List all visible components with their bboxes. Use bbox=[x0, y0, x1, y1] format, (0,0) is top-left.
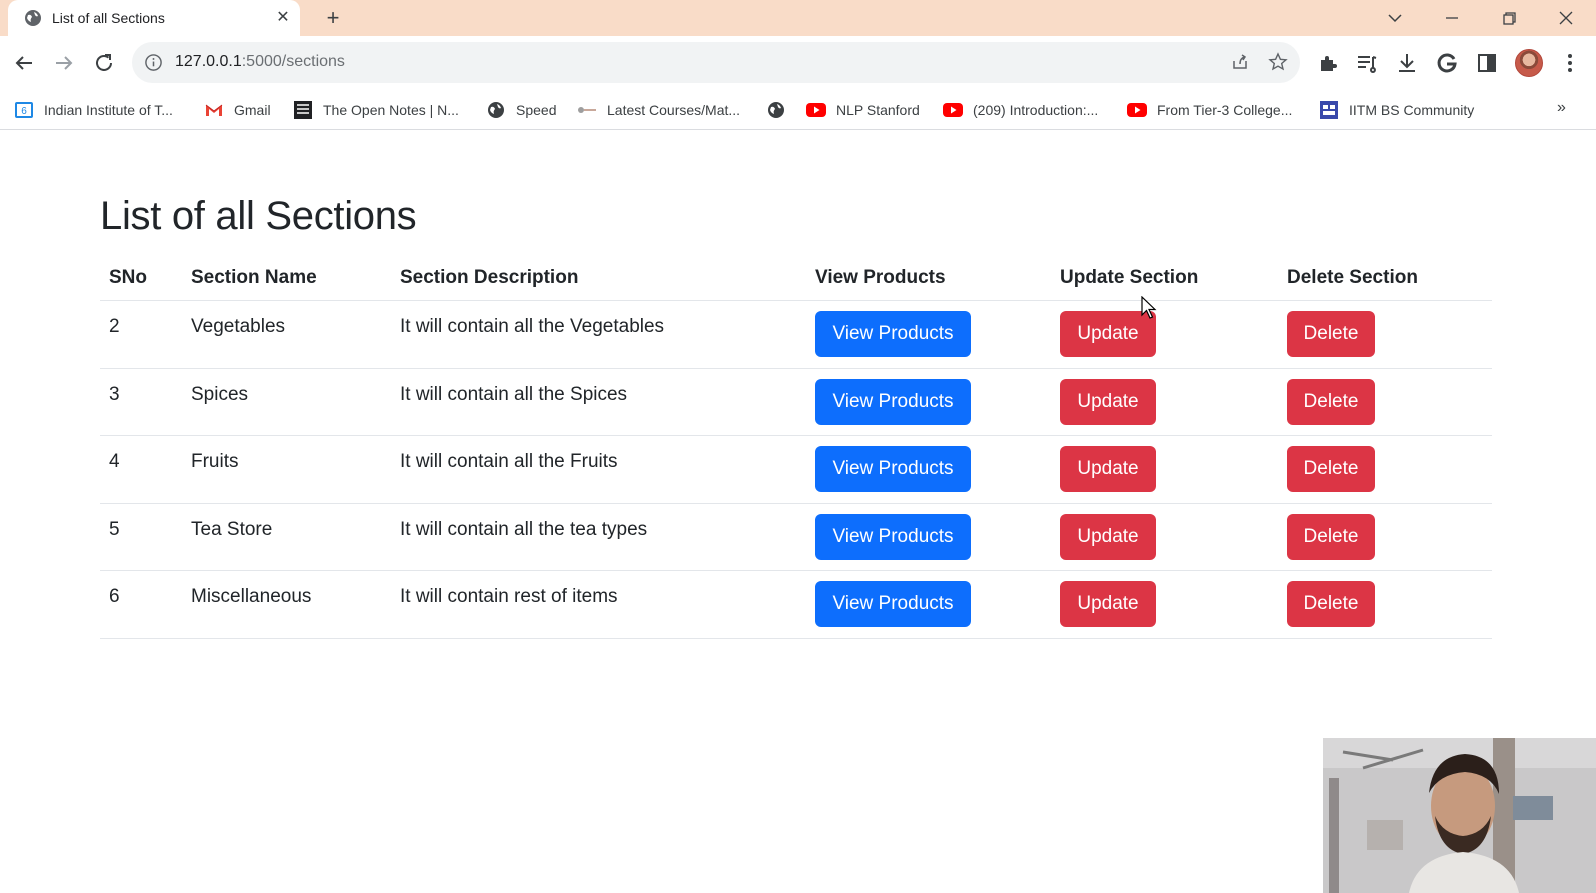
cell-section-description: It will contain all the Spices bbox=[400, 384, 628, 405]
new-tab-icon[interactable]: + bbox=[322, 7, 344, 29]
tab-title: List of all Sections bbox=[52, 10, 165, 26]
bookmark-item[interactable] bbox=[766, 99, 786, 121]
extensions-puzzle-icon[interactable] bbox=[1316, 51, 1340, 75]
cell-section-description: It will contain rest of items bbox=[400, 586, 618, 607]
table-row: 3 Spices It will contain all the Spices … bbox=[100, 369, 1492, 436]
update-button[interactable]: Update bbox=[1060, 379, 1156, 425]
header-section-description: Section Description bbox=[400, 267, 579, 288]
view-products-button[interactable]: View Products bbox=[815, 446, 971, 492]
delete-button[interactable]: Delete bbox=[1287, 379, 1375, 425]
header-section-name: Section Name bbox=[191, 267, 317, 288]
bookmark-item[interactable]: (209) Introduction:... bbox=[943, 99, 1098, 121]
header-sno: SNo bbox=[109, 267, 147, 288]
profile-avatar[interactable] bbox=[1515, 49, 1543, 77]
download-icon[interactable] bbox=[1395, 51, 1419, 75]
restore-icon[interactable] bbox=[1497, 6, 1521, 30]
bookmark-item[interactable]: Gmail bbox=[204, 99, 271, 121]
gmail-icon bbox=[205, 104, 223, 116]
bookmark-item[interactable]: The Open Notes | N... bbox=[293, 99, 459, 121]
globe-icon bbox=[25, 10, 41, 26]
table-row: 6 Miscellaneous It will contain rest of … bbox=[100, 571, 1492, 638]
cell-section-description: It will contain all the tea types bbox=[400, 519, 648, 540]
cell-sno: 6 bbox=[109, 586, 120, 607]
header-view-products: View Products bbox=[815, 267, 946, 288]
bookmark-item[interactable]: 6 Indian Institute of T... bbox=[14, 99, 173, 121]
update-button[interactable]: Update bbox=[1060, 514, 1156, 560]
bookmarks-bar: 6 Indian Institute of T... Gmail The Ope… bbox=[0, 90, 1596, 130]
header-update-section: Update Section bbox=[1060, 267, 1199, 288]
cell-section-name: Tea Store bbox=[191, 519, 273, 540]
bookmark-item[interactable]: From Tier-3 College... bbox=[1127, 99, 1292, 121]
view-products-button[interactable]: View Products bbox=[815, 514, 971, 560]
grammarly-g-icon[interactable] bbox=[1435, 51, 1459, 75]
webcam-person-image bbox=[1323, 738, 1596, 893]
cell-sno: 5 bbox=[109, 519, 120, 540]
minimize-icon[interactable] bbox=[1440, 6, 1464, 30]
update-button[interactable]: Update bbox=[1060, 581, 1156, 627]
delete-button[interactable]: Delete bbox=[1287, 311, 1375, 357]
svg-text:6: 6 bbox=[21, 106, 27, 117]
cell-section-name: Miscellaneous bbox=[191, 586, 312, 607]
bookmark-item[interactable]: IITM BS Community bbox=[1319, 99, 1474, 121]
globe-icon bbox=[488, 102, 504, 118]
reload-icon[interactable] bbox=[92, 51, 116, 75]
url-text[interactable]: 127.0.0.1:5000/sections bbox=[175, 53, 345, 71]
reading-list-icon[interactable] bbox=[1355, 51, 1379, 75]
youtube-icon bbox=[1127, 103, 1147, 117]
row-divider bbox=[100, 638, 1492, 639]
back-icon[interactable] bbox=[12, 51, 36, 75]
cell-sno: 3 bbox=[109, 384, 120, 405]
delete-button[interactable]: Delete bbox=[1287, 446, 1375, 492]
cell-section-name: Spices bbox=[191, 384, 249, 405]
more-bookmarks-icon[interactable]: » bbox=[1557, 99, 1566, 117]
page-title: List of all Sections bbox=[100, 194, 417, 238]
community-icon bbox=[1320, 101, 1338, 119]
browser-toolbar: 127.0.0.1:5000/sections bbox=[0, 36, 1596, 90]
webcam-overlay bbox=[1323, 738, 1596, 893]
view-products-button[interactable]: View Products bbox=[815, 379, 971, 425]
delete-button[interactable]: Delete bbox=[1287, 514, 1375, 560]
link-icon bbox=[578, 107, 596, 113]
google-classroom-icon: 6 bbox=[15, 102, 33, 118]
bookmark-item[interactable]: Speed bbox=[486, 99, 556, 121]
tab-strip: List of all Sections ✕ + bbox=[0, 0, 1596, 36]
browser-tab[interactable]: List of all Sections ✕ bbox=[8, 0, 300, 36]
cell-sno: 2 bbox=[109, 316, 120, 337]
bookmark-item[interactable]: NLP Stanford bbox=[806, 99, 920, 121]
tab-search-chevron-icon[interactable] bbox=[1383, 6, 1407, 30]
bookmark-star-icon[interactable] bbox=[1268, 52, 1288, 72]
globe-icon bbox=[768, 102, 784, 118]
cell-section-name: Fruits bbox=[191, 451, 239, 472]
delete-button[interactable]: Delete bbox=[1287, 581, 1375, 627]
header-delete-section: Delete Section bbox=[1287, 267, 1418, 288]
info-icon[interactable] bbox=[144, 53, 163, 72]
address-bar[interactable]: 127.0.0.1:5000/sections bbox=[132, 42, 1300, 83]
update-button[interactable]: Update bbox=[1060, 446, 1156, 492]
table-row: 4 Fruits It will contain all the Fruits … bbox=[100, 436, 1492, 503]
notes-icon bbox=[294, 101, 312, 119]
table-row: 2 Vegetables It will contain all the Veg… bbox=[100, 301, 1492, 368]
youtube-icon bbox=[806, 103, 826, 117]
cell-section-name: Vegetables bbox=[191, 316, 286, 337]
close-window-icon[interactable] bbox=[1554, 6, 1578, 30]
youtube-icon bbox=[943, 103, 963, 117]
view-products-button[interactable]: View Products bbox=[815, 311, 971, 357]
share-icon[interactable] bbox=[1230, 52, 1250, 72]
forward-icon[interactable] bbox=[52, 51, 76, 75]
view-products-button[interactable]: View Products bbox=[815, 581, 971, 627]
more-menu-icon[interactable] bbox=[1558, 51, 1582, 75]
cell-section-description: It will contain all the Fruits bbox=[400, 451, 618, 472]
cell-section-description: It will contain all the Vegetables bbox=[400, 316, 665, 337]
bookmark-item[interactable]: Latest Courses/Mat... bbox=[577, 99, 740, 121]
cell-sno: 4 bbox=[109, 451, 120, 472]
mouse-cursor-icon bbox=[1141, 296, 1157, 319]
table-row: 5 Tea Store It will contain all the tea … bbox=[100, 504, 1492, 571]
close-tab-icon[interactable]: ✕ bbox=[274, 9, 292, 27]
side-panel-icon[interactable] bbox=[1475, 51, 1499, 75]
